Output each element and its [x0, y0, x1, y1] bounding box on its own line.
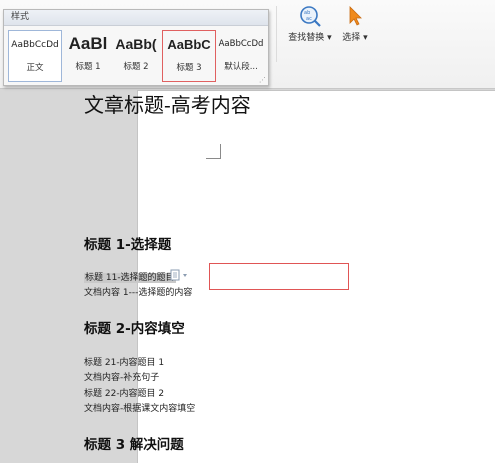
find-replace-label: 查找替换 — [288, 33, 325, 43]
heading-1[interactable]: 标题 1-选择题 — [84, 233, 171, 253]
text-line[interactable]: 文档内容-补充句子 — [84, 370, 159, 383]
text-line[interactable]: 文档内容-根据课文内容填空 — [84, 401, 195, 414]
style-name: 标题 3 — [176, 63, 202, 73]
find-replace-icon: ab ac — [300, 6, 321, 27]
style-heading-2[interactable]: AaBb( 标题 2 — [110, 30, 162, 80]
text-line[interactable]: 标题 11-选择题的题目 — [84, 270, 176, 283]
style-sample: AaBbCcDd — [11, 40, 59, 50]
style-sample: AaBbCcDd — [218, 39, 264, 49]
style-default-paragraph[interactable]: AaBbCcDd 默认段... — [215, 30, 267, 80]
selection-outline — [209, 263, 349, 290]
chevron-down-icon: ▾ — [324, 33, 332, 43]
style-normal[interactable]: AaBbCcDd 正文 — [8, 30, 62, 82]
chevron-down-icon: ▾ — [360, 33, 368, 43]
page-corner-mark — [206, 144, 221, 159]
style-name: 标题 1 — [75, 62, 101, 72]
find-replace-button[interactable]: ab ac 查找替换 ▾ — [285, 4, 335, 43]
paragraph-handle-icon[interactable] — [170, 269, 190, 281]
ribbon-separator — [276, 6, 277, 62]
style-sample: AaBbC — [167, 37, 211, 52]
styles-gallery[interactable]: 样式 AaBbCcDd 正文 AaBl 标题 1 AaBb( 标题 2 AaBb… — [3, 9, 269, 86]
svg-text:ac: ac — [306, 16, 312, 22]
style-sample: AaBb( — [115, 36, 157, 52]
resize-grip-icon[interactable]: ⋰ — [259, 76, 266, 84]
document-title[interactable]: 文章标题-高考内容 — [84, 89, 251, 118]
style-heading-3[interactable]: AaBbC 标题 3 — [162, 30, 216, 82]
style-heading-1[interactable]: AaBl 标题 1 — [62, 30, 114, 80]
style-name: 正文 — [26, 63, 44, 73]
heading-2[interactable]: 标题 2-内容填空 — [84, 317, 185, 337]
style-name: 默认段... — [224, 62, 258, 72]
text-line[interactable]: 文档内容 1---选择题的内容 — [84, 285, 192, 298]
cursor-arrow-icon — [349, 6, 362, 26]
style-sample: AaBl — [68, 34, 108, 53]
text-line[interactable]: 标题 21-内容题目 1 — [84, 355, 164, 368]
heading-3[interactable]: 标题 3 解决问题 — [84, 433, 184, 453]
styles-gallery-title: 样式 — [4, 10, 268, 26]
text-line[interactable]: 标题 22-内容题目 2 — [84, 386, 164, 399]
style-name: 标题 2 — [123, 62, 149, 72]
select-button[interactable]: 选择 ▾ — [338, 4, 372, 43]
selected-text[interactable]: 标题 11-选择题的题目 — [84, 273, 176, 283]
select-label: 选择 — [342, 33, 361, 43]
